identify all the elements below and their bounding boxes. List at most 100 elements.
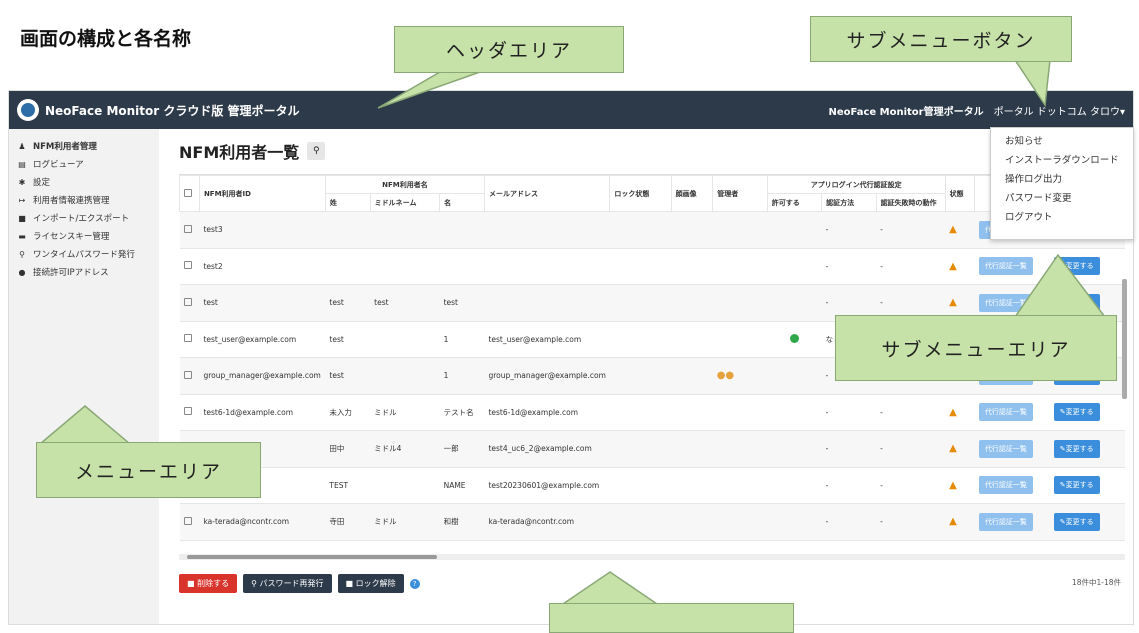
row-select-cell[interactable]	[179, 503, 200, 541]
row-select-cell[interactable]	[179, 321, 200, 358]
proxy-list-button[interactable]: 代行認証一覧	[978, 476, 1033, 495]
cell-email: test4_uc6_2@example.com	[484, 430, 610, 468]
brand-title[interactable]: NeoFace Monitor クラウド版 管理ポータル	[45, 102, 300, 119]
row-select-cell[interactable]	[179, 211, 200, 249]
cell-lock	[609, 503, 672, 541]
select-all-cell[interactable]	[179, 175, 200, 212]
cell-id: test3	[199, 211, 326, 249]
col-allow[interactable]: 許可する	[766, 193, 823, 212]
cell-admin	[712, 284, 768, 322]
col-email[interactable]: メールアドレス	[483, 175, 611, 212]
proxy-list-button[interactable]: 代行認証一覧	[978, 439, 1033, 458]
cell-last: 未入力	[325, 394, 371, 431]
submenu-item-oplog[interactable]: 操作ログ出力	[991, 170, 1133, 189]
reissue-password-button[interactable]: ⚲ パスワード再発行	[243, 574, 332, 593]
sidebar-item-userlink[interactable]: ↦ 利用者情報連携管理	[9, 191, 159, 209]
sidebar-item-logviewer[interactable]: ▤ ログビューア	[9, 155, 159, 173]
edit-button[interactable]: ✎変更する	[1053, 403, 1100, 422]
col-method[interactable]: 認証方法	[821, 193, 877, 212]
row-select-cell[interactable]	[179, 284, 200, 322]
col-id[interactable]: NFM利用者ID	[198, 175, 326, 212]
sidebar-item-import[interactable]: ■ インポート/エクスポート	[9, 209, 159, 227]
table-row[interactable]: test6-1d@example.com 未入力 ミドル テスト名 test6-1d@e…	[179, 394, 1125, 431]
unlock-button[interactable]: ■ ロック解除	[337, 574, 404, 593]
table-row[interactable]: e.com田中ミドル4一郎test4_uc6_2@example.com--▲代…	[179, 430, 1125, 468]
row-checkbox[interactable]	[183, 261, 192, 270]
warning-icon: ▲	[949, 479, 957, 491]
col-lock[interactable]: ロック状態	[609, 175, 672, 212]
cell-status: ▲	[945, 248, 975, 285]
row-select-cell[interactable]	[179, 394, 200, 431]
cell-id: group_manager@example.com	[199, 357, 326, 395]
cell-first: 和樹	[439, 503, 485, 541]
cell-last: test	[325, 284, 371, 322]
submenu-item-news[interactable]: お知らせ	[991, 132, 1133, 151]
col-name-group: NFM利用者名	[324, 175, 485, 194]
col-last[interactable]: 姓	[324, 193, 371, 212]
row-checkbox[interactable]	[183, 370, 192, 379]
scrollbar-thumb[interactable]	[187, 555, 437, 559]
edit-button[interactable]: ✎変更する	[1053, 439, 1100, 458]
submenu-item-password[interactable]: パスワード変更	[991, 189, 1133, 208]
col-fail[interactable]: 認証失敗時の動作	[875, 193, 946, 212]
sidebar-item-license[interactable]: ▬ ライセンスキー管理	[9, 227, 159, 245]
delete-button[interactable]: ■ 削除する	[179, 574, 238, 593]
sidebar-item-settings[interactable]: ✱ 設定	[9, 173, 159, 191]
cell-method: -	[821, 248, 877, 285]
warning-icon: ▲	[949, 297, 957, 309]
cell-id: ka-terada@ncontr.com	[199, 503, 326, 541]
cell-face	[671, 430, 713, 468]
check-icon	[789, 333, 799, 343]
row-select-cell[interactable]	[179, 248, 200, 285]
edit-button[interactable]: ✎変更する	[1053, 293, 1100, 312]
col-middle[interactable]: ミドルネーム	[369, 193, 441, 212]
cell-last: 寺田	[325, 503, 371, 541]
row-checkbox[interactable]	[183, 297, 192, 306]
proxy-list-button[interactable]: 代行認証一覧	[978, 512, 1033, 531]
cell-edit: ✎変更する	[1049, 430, 1125, 468]
col-status[interactable]: 状態	[944, 175, 976, 212]
col-admin[interactable]: 管理者	[712, 175, 768, 212]
cell-middle	[370, 357, 440, 395]
cell-admin	[712, 503, 768, 541]
search-button[interactable]: ⚲	[307, 142, 326, 160]
proxy-list-button[interactable]: 代行認証一覧	[978, 403, 1033, 422]
help-icon[interactable]: ?	[409, 578, 420, 589]
row-checkbox[interactable]	[183, 224, 192, 233]
proxy-list-button[interactable]: 代行認証一覧	[978, 257, 1033, 276]
submenu-button[interactable]: ポータル ドットコム タロウ▾	[994, 103, 1125, 118]
edit-button[interactable]: ✎変更する	[1053, 257, 1100, 276]
submenu-item-logout[interactable]: ログアウト	[991, 208, 1133, 227]
proxy-list-button[interactable]: 代行認証一覧	[978, 293, 1033, 312]
table-row[interactable]: ple.comTESTNAMEtest20230601@example.com-…	[179, 467, 1125, 504]
col-face[interactable]: 顔画像	[670, 175, 714, 212]
submenu-item-installer[interactable]: インストーラダウンロード	[991, 151, 1133, 170]
col-proxy-group: アプリログイン代行認証設定	[766, 175, 946, 194]
row-checkbox[interactable]	[183, 407, 192, 416]
row-checkbox[interactable]	[183, 516, 192, 525]
cell-admin	[712, 394, 768, 431]
table-row[interactable]: ka-terada@ncontr.com 寺田 ミドル 和樹 ka-terada@nco…	[179, 503, 1125, 541]
logo-icon	[17, 99, 39, 121]
cell-status: ▲	[945, 503, 975, 541]
edit-button[interactable]: ✎変更する	[1053, 476, 1100, 495]
col-first[interactable]: 名	[439, 193, 485, 212]
cell-email: group_manager@example.com	[484, 357, 610, 395]
horizontal-scrollbar[interactable]	[179, 554, 1125, 560]
cell-method: -	[821, 430, 877, 468]
cell-face	[671, 357, 713, 395]
select-all-checkbox[interactable]	[184, 188, 192, 197]
cell-proxy: 代行認証一覧	[974, 503, 1050, 541]
edit-button[interactable]: ✎変更する	[1053, 512, 1100, 531]
table-row[interactable]: test3--▲代行認証一覧✎変更する	[179, 211, 1125, 249]
sidebar-item-ip[interactable]: ● 接続許可IPアドレス	[9, 263, 159, 281]
sidebar-item-label: 設定	[33, 178, 51, 188]
vertical-scrollbar[interactable]	[1122, 279, 1127, 399]
table-row[interactable]: test2- - ▲ 代行認証一覧 ✎変更する	[179, 248, 1125, 285]
sidebar-item-otp[interactable]: ⚲ ワンタイムパスワード発行	[9, 245, 159, 263]
sidebar-item-users[interactable]: ♟ NFM利用者管理	[9, 137, 159, 155]
row-checkbox[interactable]	[183, 334, 192, 343]
portal-link[interactable]: NeoFace Monitor管理ポータル	[828, 103, 983, 118]
row-select-cell[interactable]	[179, 357, 200, 395]
cell-last: TEST	[325, 467, 371, 504]
